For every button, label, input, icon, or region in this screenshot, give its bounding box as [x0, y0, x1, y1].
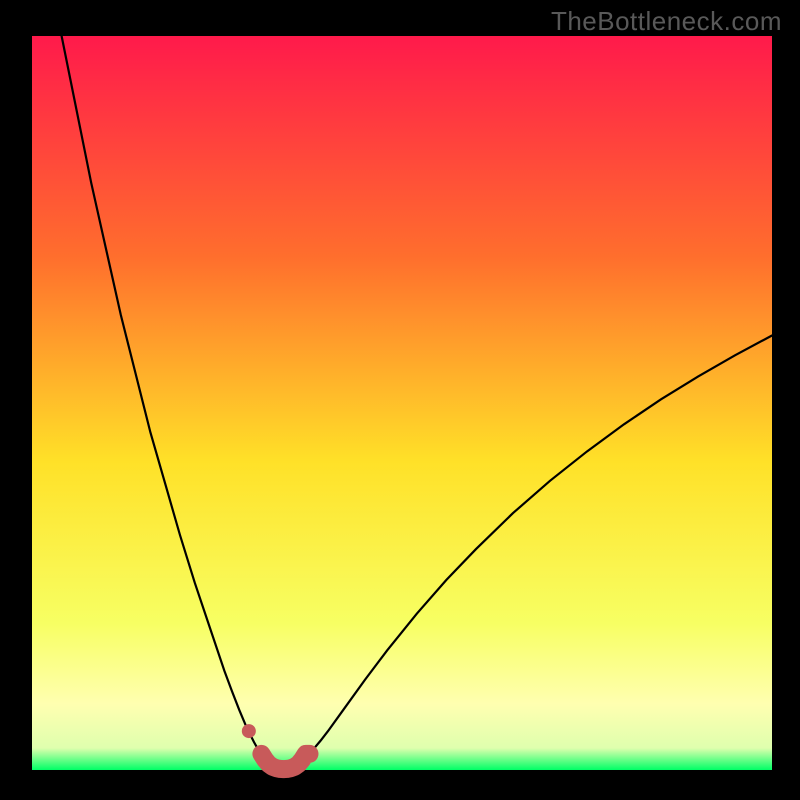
isolated-marker [242, 724, 256, 738]
chart-stage: TheBottleneck.com [0, 0, 800, 800]
watermark-text: TheBottleneck.com [551, 6, 782, 37]
bottleneck-chart [0, 0, 800, 800]
